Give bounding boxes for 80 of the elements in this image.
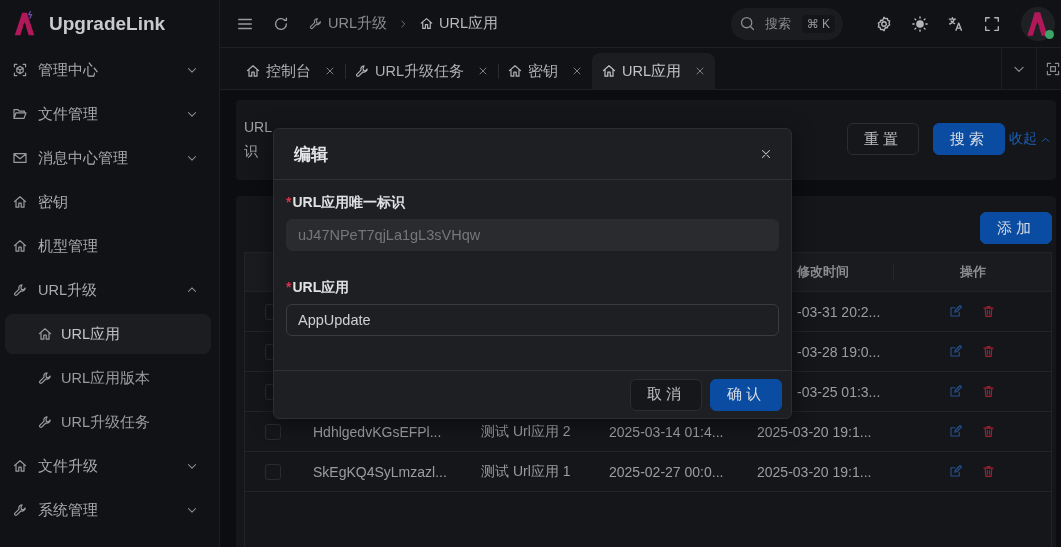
table-cell: 测试 Url应用 1 [481, 462, 571, 479]
required-mark: * [286, 279, 292, 295]
tab[interactable]: URL升级任务 [345, 53, 498, 89]
sidebar-menu-item[interactable]: 文件管理 [0, 92, 219, 136]
sidebar-submenu-item[interactable]: URL升级任务 [5, 402, 211, 442]
search-button[interactable]: 搜索 ⌘ K [731, 7, 843, 40]
home-icon [419, 16, 434, 31]
close-icon[interactable] [477, 65, 489, 77]
tab[interactable]: 密钥 [498, 53, 592, 89]
home-icon [601, 63, 617, 79]
field-label: URL [244, 119, 272, 135]
table-cell: 2025-03-20 19:1... [757, 423, 872, 440]
trash-icon[interactable] [981, 304, 996, 319]
close-icon[interactable] [759, 147, 773, 161]
sidebar-submenu-item[interactable]: URL应用版本 [5, 358, 211, 398]
home-icon [37, 326, 53, 342]
field-label: URL应用 [292, 279, 350, 295]
confirm-button[interactable]: 确认 [710, 378, 782, 411]
wrench-icon [354, 63, 370, 79]
table-cell: 2025-03-14 01:4... [609, 423, 724, 440]
close-icon[interactable] [324, 65, 336, 77]
required-mark: * [286, 194, 292, 210]
close-icon[interactable] [571, 65, 583, 77]
search-icon [739, 15, 756, 32]
field-label: 识 [244, 143, 259, 161]
sidebar-menu-item[interactable]: 管理中心 [0, 48, 219, 92]
checkbox[interactable] [265, 424, 281, 441]
table-cell: 2025-03-20 19:1... [757, 463, 872, 480]
sidebar-menu-item[interactable]: 文件升级 [0, 444, 219, 488]
cube-scan-icon [12, 62, 28, 78]
table-cell: 测试 Url应用 2 [481, 422, 571, 439]
add-button[interactable]: 添加 [980, 212, 1052, 244]
sidebar-submenu-item[interactable]: URL应用 [5, 314, 211, 354]
table-cell: -03-31 20:2... [797, 303, 881, 320]
table-cell: SkEgKQ4SyLmzazl... [313, 463, 447, 480]
sidebar-menu-item[interactable]: URL升级 [0, 268, 219, 312]
table-cell: -03-25 01:3... [797, 383, 881, 400]
sidebar-menu-item[interactable]: 消息中心管理 [0, 136, 219, 180]
wrench-icon [12, 282, 28, 298]
avatar[interactable] [1021, 6, 1055, 41]
breadcrumb-item[interactable]: URL应用 [419, 14, 499, 33]
input-field[interactable]: AppUpdate [286, 304, 779, 336]
tab[interactable]: URL应用 [592, 53, 716, 89]
sidebar-menu-item[interactable]: 机型管理 [0, 224, 219, 268]
sun-icon[interactable] [911, 14, 929, 33]
dialog-title: 编辑 [294, 143, 328, 166]
sidebar-menu-item[interactable]: 密钥 [0, 180, 219, 224]
fullscreen-icon[interactable] [983, 14, 1001, 33]
wrench-icon [37, 370, 53, 386]
brand-name: UpgradeLink [49, 13, 166, 35]
trash-icon[interactable] [981, 344, 996, 359]
home-icon [245, 63, 261, 79]
settings-icon[interactable] [875, 14, 893, 33]
wrench-icon [12, 502, 28, 518]
column-header: 操作 [893, 263, 1051, 281]
focus-icon[interactable] [1045, 60, 1061, 77]
shortcut-key: ⌘ K [801, 14, 835, 33]
folder-icon [12, 106, 28, 122]
reset-button[interactable]: 重置 [847, 123, 919, 155]
trash-icon[interactable] [981, 384, 996, 399]
table-cell: -03-28 19:0... [797, 343, 881, 360]
trash-icon[interactable] [981, 424, 996, 439]
table-cell: HdhlgedvKGsEFPl... [313, 423, 442, 440]
home-icon [507, 63, 523, 79]
wrench-icon [308, 16, 323, 31]
translate-icon[interactable] [947, 14, 965, 33]
sidebar-menu-item[interactable]: 系统管理 [0, 488, 219, 532]
breadcrumb-item[interactable]: URL升级 [308, 14, 387, 33]
home-icon [12, 194, 28, 210]
trash-icon[interactable] [981, 464, 996, 479]
home-icon [12, 458, 28, 474]
column-header: 修改时间 [795, 263, 850, 281]
tab[interactable]: 控制台 [236, 53, 345, 89]
search-button[interactable]: 搜索 [933, 123, 1005, 155]
field-label: URL应用唯一标识 [292, 194, 406, 210]
home-icon [12, 238, 28, 254]
cancel-button[interactable]: 取消 [630, 378, 702, 411]
mail-icon [12, 150, 28, 166]
wrench-icon [37, 414, 53, 430]
table-cell: 2025-02-27 00:0... [609, 463, 724, 480]
